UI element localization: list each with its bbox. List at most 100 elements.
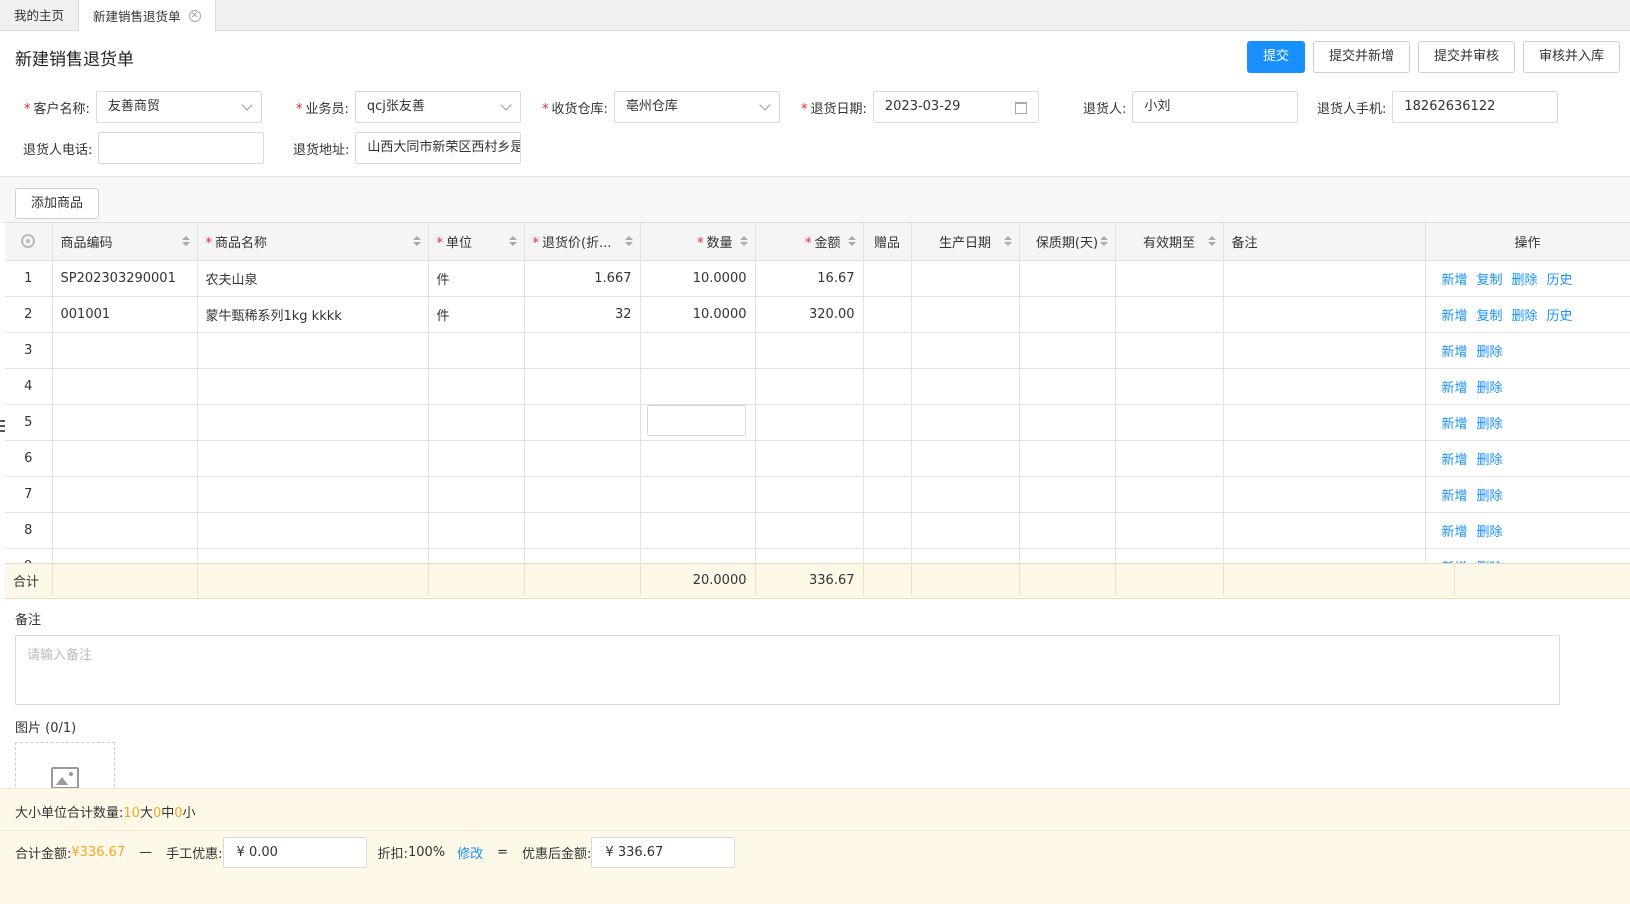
prod-date-cell[interactable] bbox=[911, 548, 1020, 564]
shelf-life-cell[interactable] bbox=[1019, 404, 1116, 441]
goods-name-cell[interactable] bbox=[197, 404, 429, 441]
qty-cell[interactable]: 10.0000 bbox=[640, 260, 756, 297]
remark-cell[interactable] bbox=[1223, 548, 1426, 564]
amount-cell[interactable] bbox=[755, 548, 864, 564]
salesman-select[interactable]: qcj张友善 bbox=[354, 91, 521, 123]
amount-cell[interactable] bbox=[755, 368, 864, 405]
row-delete-link[interactable]: 删除 bbox=[1477, 377, 1503, 396]
remark-cell[interactable] bbox=[1223, 476, 1426, 513]
expiry-cell[interactable] bbox=[1115, 548, 1224, 564]
expiry-cell[interactable] bbox=[1115, 260, 1224, 297]
remark-cell[interactable] bbox=[1223, 512, 1426, 549]
goods-code-cell[interactable] bbox=[52, 548, 198, 564]
return-address-input[interactable]: 山西大同市新荣区西村乡是 bbox=[355, 132, 522, 164]
price-cell[interactable]: 32 bbox=[524, 296, 641, 333]
returner-mobile-input[interactable]: 18262636122 bbox=[1392, 91, 1559, 123]
goods-code-cell[interactable] bbox=[52, 404, 198, 441]
price-cell[interactable] bbox=[524, 332, 641, 369]
column-settings-cell[interactable] bbox=[5, 223, 53, 261]
price-cell[interactable] bbox=[524, 440, 641, 477]
row-delete-link[interactable]: 删除 bbox=[1512, 305, 1538, 324]
goods-code-cell[interactable] bbox=[52, 440, 198, 477]
modify-discount-link[interactable]: 修改 bbox=[457, 843, 483, 862]
tab-new-sales-return[interactable]: 新建销售退货单 ✕ bbox=[79, 0, 216, 32]
row-delete-link[interactable]: 删除 bbox=[1477, 449, 1503, 468]
returner-input[interactable]: 小刘 bbox=[1132, 91, 1299, 123]
gift-cell[interactable] bbox=[863, 260, 912, 297]
col-expiry[interactable]: 有效期至 bbox=[1115, 223, 1224, 261]
table-row[interactable]: 5 新增 删除 bbox=[5, 404, 1630, 441]
table-row[interactable]: 1 SP202303290001 农夫山泉件 1.667 10.0000 16.67 新增复… bbox=[5, 260, 1630, 297]
gift-cell[interactable] bbox=[863, 368, 912, 405]
prod-date-cell[interactable] bbox=[911, 368, 1020, 405]
goods-code-cell[interactable] bbox=[52, 512, 198, 549]
expiry-cell[interactable] bbox=[1115, 332, 1224, 369]
col-shelf-life[interactable]: 保质期(天) bbox=[1019, 223, 1116, 261]
table-row[interactable]: 9 新增删除 bbox=[5, 548, 1630, 564]
table-row[interactable]: 6 新增 删除 bbox=[5, 440, 1630, 477]
shelf-life-cell[interactable] bbox=[1019, 548, 1116, 564]
row-add-link[interactable]: 新增 bbox=[1442, 413, 1468, 432]
col-prod-date[interactable]: 生产日期 bbox=[911, 223, 1020, 261]
qty-cell[interactable] bbox=[640, 476, 756, 513]
gift-cell[interactable] bbox=[863, 404, 912, 441]
goods-name-cell[interactable]: 农夫山泉 bbox=[197, 260, 429, 297]
row-delete-link[interactable]: 删除 bbox=[1512, 269, 1538, 288]
gear-icon[interactable] bbox=[21, 234, 36, 249]
gift-cell[interactable] bbox=[863, 476, 912, 513]
unit-cell[interactable] bbox=[428, 332, 525, 369]
unit-cell[interactable] bbox=[428, 548, 525, 564]
unit-cell[interactable] bbox=[428, 440, 525, 477]
qty-cell[interactable] bbox=[640, 512, 756, 549]
amount-cell[interactable]: 16.67 bbox=[755, 260, 864, 297]
prod-date-cell[interactable] bbox=[911, 476, 1020, 513]
table-row[interactable]: 8 新增 删除 bbox=[5, 512, 1630, 549]
row-delete-link[interactable]: 删除 bbox=[1477, 413, 1503, 432]
shelf-life-cell[interactable] bbox=[1019, 260, 1116, 297]
submit-and-review-button[interactable]: 提交并审核 bbox=[1417, 41, 1515, 73]
unit-cell[interactable] bbox=[428, 404, 525, 441]
submit-button[interactable]: 提交 bbox=[1246, 41, 1305, 73]
prod-date-cell[interactable] bbox=[911, 512, 1020, 549]
gift-cell[interactable] bbox=[863, 296, 912, 333]
after-discount-input[interactable]: ¥ 336.67 bbox=[591, 836, 736, 868]
amount-cell[interactable] bbox=[755, 512, 864, 549]
price-cell[interactable]: 1.667 bbox=[524, 260, 641, 297]
goods-code-cell[interactable] bbox=[52, 476, 198, 513]
review-and-store-button[interactable]: 审核并入库 bbox=[1522, 41, 1620, 73]
goods-code-cell[interactable]: 001001 bbox=[52, 296, 198, 333]
price-cell[interactable] bbox=[524, 368, 641, 405]
remark-cell[interactable] bbox=[1223, 332, 1426, 369]
shelf-life-cell[interactable] bbox=[1019, 476, 1116, 513]
row-delete-link[interactable]: 删除 bbox=[1477, 521, 1503, 540]
goods-name-cell[interactable]: 蒙牛甄稀系列1kg kkkk bbox=[197, 296, 429, 333]
remark-cell[interactable] bbox=[1223, 368, 1426, 405]
qty-cell[interactable] bbox=[640, 548, 756, 564]
unit-cell[interactable] bbox=[428, 368, 525, 405]
prod-date-cell[interactable] bbox=[911, 440, 1020, 477]
row-add-link[interactable]: 新增 bbox=[1442, 521, 1468, 540]
prod-date-cell[interactable] bbox=[911, 296, 1020, 333]
row-copy-link[interactable]: 复制 bbox=[1477, 305, 1503, 324]
goods-name-cell[interactable] bbox=[197, 368, 429, 405]
expiry-cell[interactable] bbox=[1115, 404, 1224, 441]
row-delete-link[interactable]: 删除 bbox=[1477, 341, 1503, 360]
row-history-link[interactable]: 历史 bbox=[1547, 269, 1573, 288]
unit-cell[interactable] bbox=[428, 476, 525, 513]
col-price[interactable]: * 退货价(折... bbox=[524, 223, 641, 261]
table-row[interactable]: 7 新增 删除 bbox=[5, 476, 1630, 513]
table-row[interactable]: 4 新增 删除 bbox=[5, 368, 1630, 405]
row-add-link[interactable]: 新增 bbox=[1442, 305, 1468, 324]
goods-code-cell[interactable]: SP202303290001 bbox=[52, 260, 198, 297]
qty-cell[interactable]: 10.0000 bbox=[640, 296, 756, 333]
col-code[interactable]: 商品编码 bbox=[52, 223, 198, 261]
gift-cell[interactable] bbox=[863, 548, 912, 564]
expiry-cell[interactable] bbox=[1115, 440, 1224, 477]
goods-code-cell[interactable] bbox=[52, 368, 198, 405]
shelf-life-cell[interactable] bbox=[1019, 332, 1116, 369]
prod-date-cell[interactable] bbox=[911, 332, 1020, 369]
table-row[interactable]: 3 新增 删除 bbox=[5, 332, 1630, 369]
col-qty[interactable]: * 数量 bbox=[640, 223, 756, 261]
row-add-link[interactable]: 新增 bbox=[1442, 269, 1468, 288]
remark-cell[interactable] bbox=[1223, 296, 1426, 333]
